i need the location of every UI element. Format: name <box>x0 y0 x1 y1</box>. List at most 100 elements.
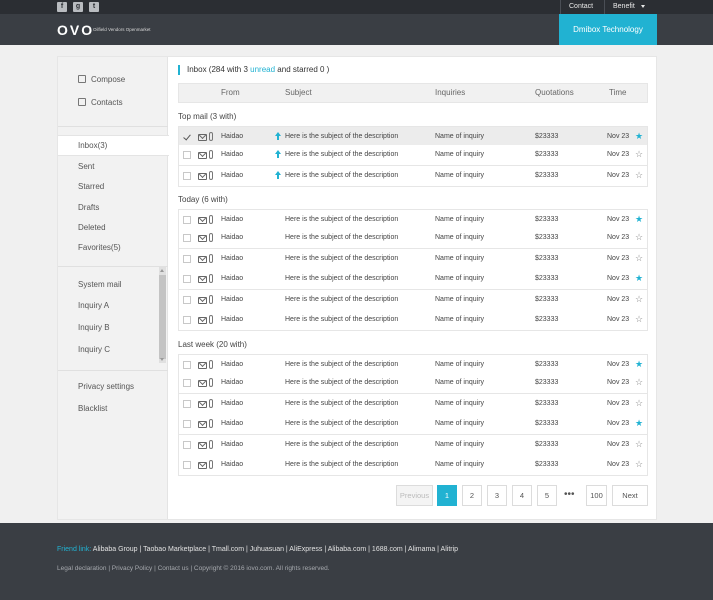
table-row[interactable]: Haidao Here is the subject of the descrip… <box>178 289 648 311</box>
sidebar-item-inbox[interactable]: Inbox(3) <box>78 141 107 150</box>
mail-subject[interactable]: Here is the subject of the description <box>285 310 398 329</box>
contact-link[interactable]: Contact <box>569 0 593 14</box>
table-row[interactable]: Haidao Here is the subject of the descrip… <box>178 414 648 436</box>
mail-subject[interactable]: Here is the subject of the description <box>285 394 398 413</box>
legal-links[interactable]: Legal declaration | Privacy Policy | Con… <box>57 565 330 572</box>
star-icon[interactable]: ☆ <box>635 228 643 247</box>
mail-subject[interactable]: Here is the subject of the description <box>285 373 398 392</box>
table-row[interactable]: Haidao Here is the subject of the descrip… <box>178 228 648 250</box>
mail-subject[interactable]: Here is the subject of the description <box>285 166 398 185</box>
compose-button[interactable]: Compose <box>78 75 125 84</box>
table-row[interactable]: Haidao Here is the subject of the descrip… <box>178 248 648 270</box>
table-row[interactable]: Haidao Here is the subject of the descrip… <box>178 373 648 395</box>
row-checkbox[interactable] <box>183 379 191 388</box>
star-icon[interactable]: ★ <box>635 355 643 374</box>
mail-subject[interactable]: Here is the subject of the description <box>285 145 398 164</box>
mail-subject[interactable]: Here is the subject of the description <box>285 127 398 146</box>
row-checkbox[interactable] <box>183 254 191 263</box>
facebook-icon[interactable]: f <box>57 2 67 12</box>
row-checkbox[interactable] <box>183 171 191 180</box>
page-button-1[interactable]: 1 <box>437 485 457 506</box>
table-row[interactable]: Haidao Here is the subject of the descrip… <box>178 310 648 331</box>
table-row[interactable]: Haidao Here is the subject of the descrip… <box>178 209 648 230</box>
mail-subject[interactable]: Here is the subject of the description <box>285 355 398 374</box>
star-icon[interactable]: ★ <box>635 414 643 433</box>
row-checkbox[interactable] <box>183 275 191 284</box>
mail-subject[interactable]: Here is the subject of the description <box>285 455 398 474</box>
star-icon[interactable]: ☆ <box>635 166 643 185</box>
mail-subject[interactable]: Here is the subject of the description <box>285 249 398 268</box>
sidebar-item-blacklist[interactable]: Blacklist <box>78 404 107 413</box>
table-row[interactable]: Haidao Here is the subject of the descrip… <box>178 269 648 291</box>
sidebar-item-starred[interactable]: Starred <box>78 182 104 191</box>
sidebar-item-inquiry-a[interactable]: Inquiry A <box>78 301 109 310</box>
table-row[interactable]: Haidao Here is the subject of the descrip… <box>178 354 648 375</box>
page-button-5[interactable]: 5 <box>537 485 557 506</box>
scroll-up-icon[interactable] <box>160 269 164 272</box>
star-icon[interactable]: ☆ <box>635 435 643 454</box>
page-button-4[interactable]: 4 <box>512 485 532 506</box>
sidebar-item-sent[interactable]: Sent <box>78 162 94 171</box>
row-checkbox[interactable] <box>183 440 191 449</box>
sidebar-item-inquiry-c[interactable]: Inquiry C <box>78 345 110 354</box>
sidebar-item-privacy-settings[interactable]: Privacy settings <box>78 382 134 391</box>
star-icon[interactable]: ☆ <box>635 373 643 392</box>
table-row[interactable]: Haidao Here is the subject of the descrip… <box>178 434 648 456</box>
row-checkbox[interactable] <box>183 216 191 224</box>
star-icon[interactable]: ★ <box>635 210 643 229</box>
star-icon[interactable]: ★ <box>635 269 643 288</box>
row-checkbox[interactable] <box>183 461 191 469</box>
row-checkbox[interactable] <box>183 234 191 243</box>
star-icon[interactable]: ★ <box>635 127 643 146</box>
sidebar-item-deleted[interactable]: Deleted <box>78 223 106 232</box>
mail-subject[interactable]: Here is the subject of the description <box>285 414 398 433</box>
column-inquiries[interactable]: Inquiries <box>435 84 465 102</box>
row-checkbox[interactable] <box>183 295 191 304</box>
star-icon[interactable]: ☆ <box>635 290 643 309</box>
row-checkbox[interactable] <box>183 316 191 324</box>
mail-subject[interactable]: Here is the subject of the description <box>285 269 398 288</box>
sidebar-item-inquiry-b[interactable]: Inquiry B <box>78 323 110 332</box>
row-checkbox[interactable] <box>183 151 191 160</box>
row-checkbox[interactable] <box>183 420 191 429</box>
star-icon[interactable]: ☆ <box>635 455 643 474</box>
table-row[interactable]: Haidao Here is the subject of the descrip… <box>178 165 648 187</box>
previous-page-button[interactable]: Previous <box>396 485 433 506</box>
table-row[interactable]: Haidao Here is the subject of the descrip… <box>178 393 648 415</box>
scrollbar-thumb[interactable] <box>159 275 166 359</box>
mail-subject[interactable]: Here is the subject of the description <box>285 435 398 454</box>
mail-subject[interactable]: Here is the subject of the description <box>285 210 398 229</box>
mail-subject[interactable]: Here is the subject of the description <box>285 290 398 309</box>
twitter-icon[interactable]: t <box>89 2 99 12</box>
row-checkbox[interactable] <box>183 361 191 369</box>
page-button-2[interactable]: 2 <box>462 485 482 506</box>
logo[interactable]: OVO <box>57 22 94 38</box>
google-plus-icon[interactable]: g <box>73 2 83 12</box>
column-quotations[interactable]: Quotations <box>535 84 574 102</box>
sidebar-item-system-mail[interactable]: System mail <box>78 280 122 289</box>
contacts-button[interactable]: Contacts <box>78 98 123 107</box>
star-icon[interactable]: ☆ <box>635 145 643 164</box>
column-subject[interactable]: Subject <box>285 84 312 102</box>
friend-link-list[interactable]: Alibaba Group | Taobao Marketplace | Tma… <box>93 546 458 553</box>
scroll-down-icon[interactable] <box>160 358 164 361</box>
star-icon[interactable]: ☆ <box>635 394 643 413</box>
unread-link[interactable]: unread <box>250 65 275 74</box>
row-checkbox[interactable] <box>183 133 191 141</box>
column-time[interactable]: Time <box>609 84 626 102</box>
table-row[interactable]: Haidao Here is the subject of the descrip… <box>178 126 648 147</box>
sidebar-item-drafts[interactable]: Drafts <box>78 203 99 212</box>
benefit-dropdown[interactable]: Benefit <box>613 0 645 14</box>
mail-subject[interactable]: Here is the subject of the description <box>285 228 398 247</box>
page-button-3[interactable]: 3 <box>487 485 507 506</box>
star-icon[interactable]: ☆ <box>635 310 643 329</box>
next-page-button[interactable]: Next <box>612 485 648 506</box>
star-icon[interactable]: ☆ <box>635 249 643 268</box>
sidebar-item-favorites[interactable]: Favorites(5) <box>78 243 121 252</box>
table-row[interactable]: Haidao Here is the subject of the descrip… <box>178 145 648 167</box>
page-button-last[interactable]: 100 <box>586 485 607 506</box>
company-button[interactable]: Dmibox Technology <box>559 14 657 45</box>
table-row[interactable]: Haidao Here is the subject of the descrip… <box>178 455 648 476</box>
column-from[interactable]: From <box>221 84 240 102</box>
row-checkbox[interactable] <box>183 399 191 408</box>
